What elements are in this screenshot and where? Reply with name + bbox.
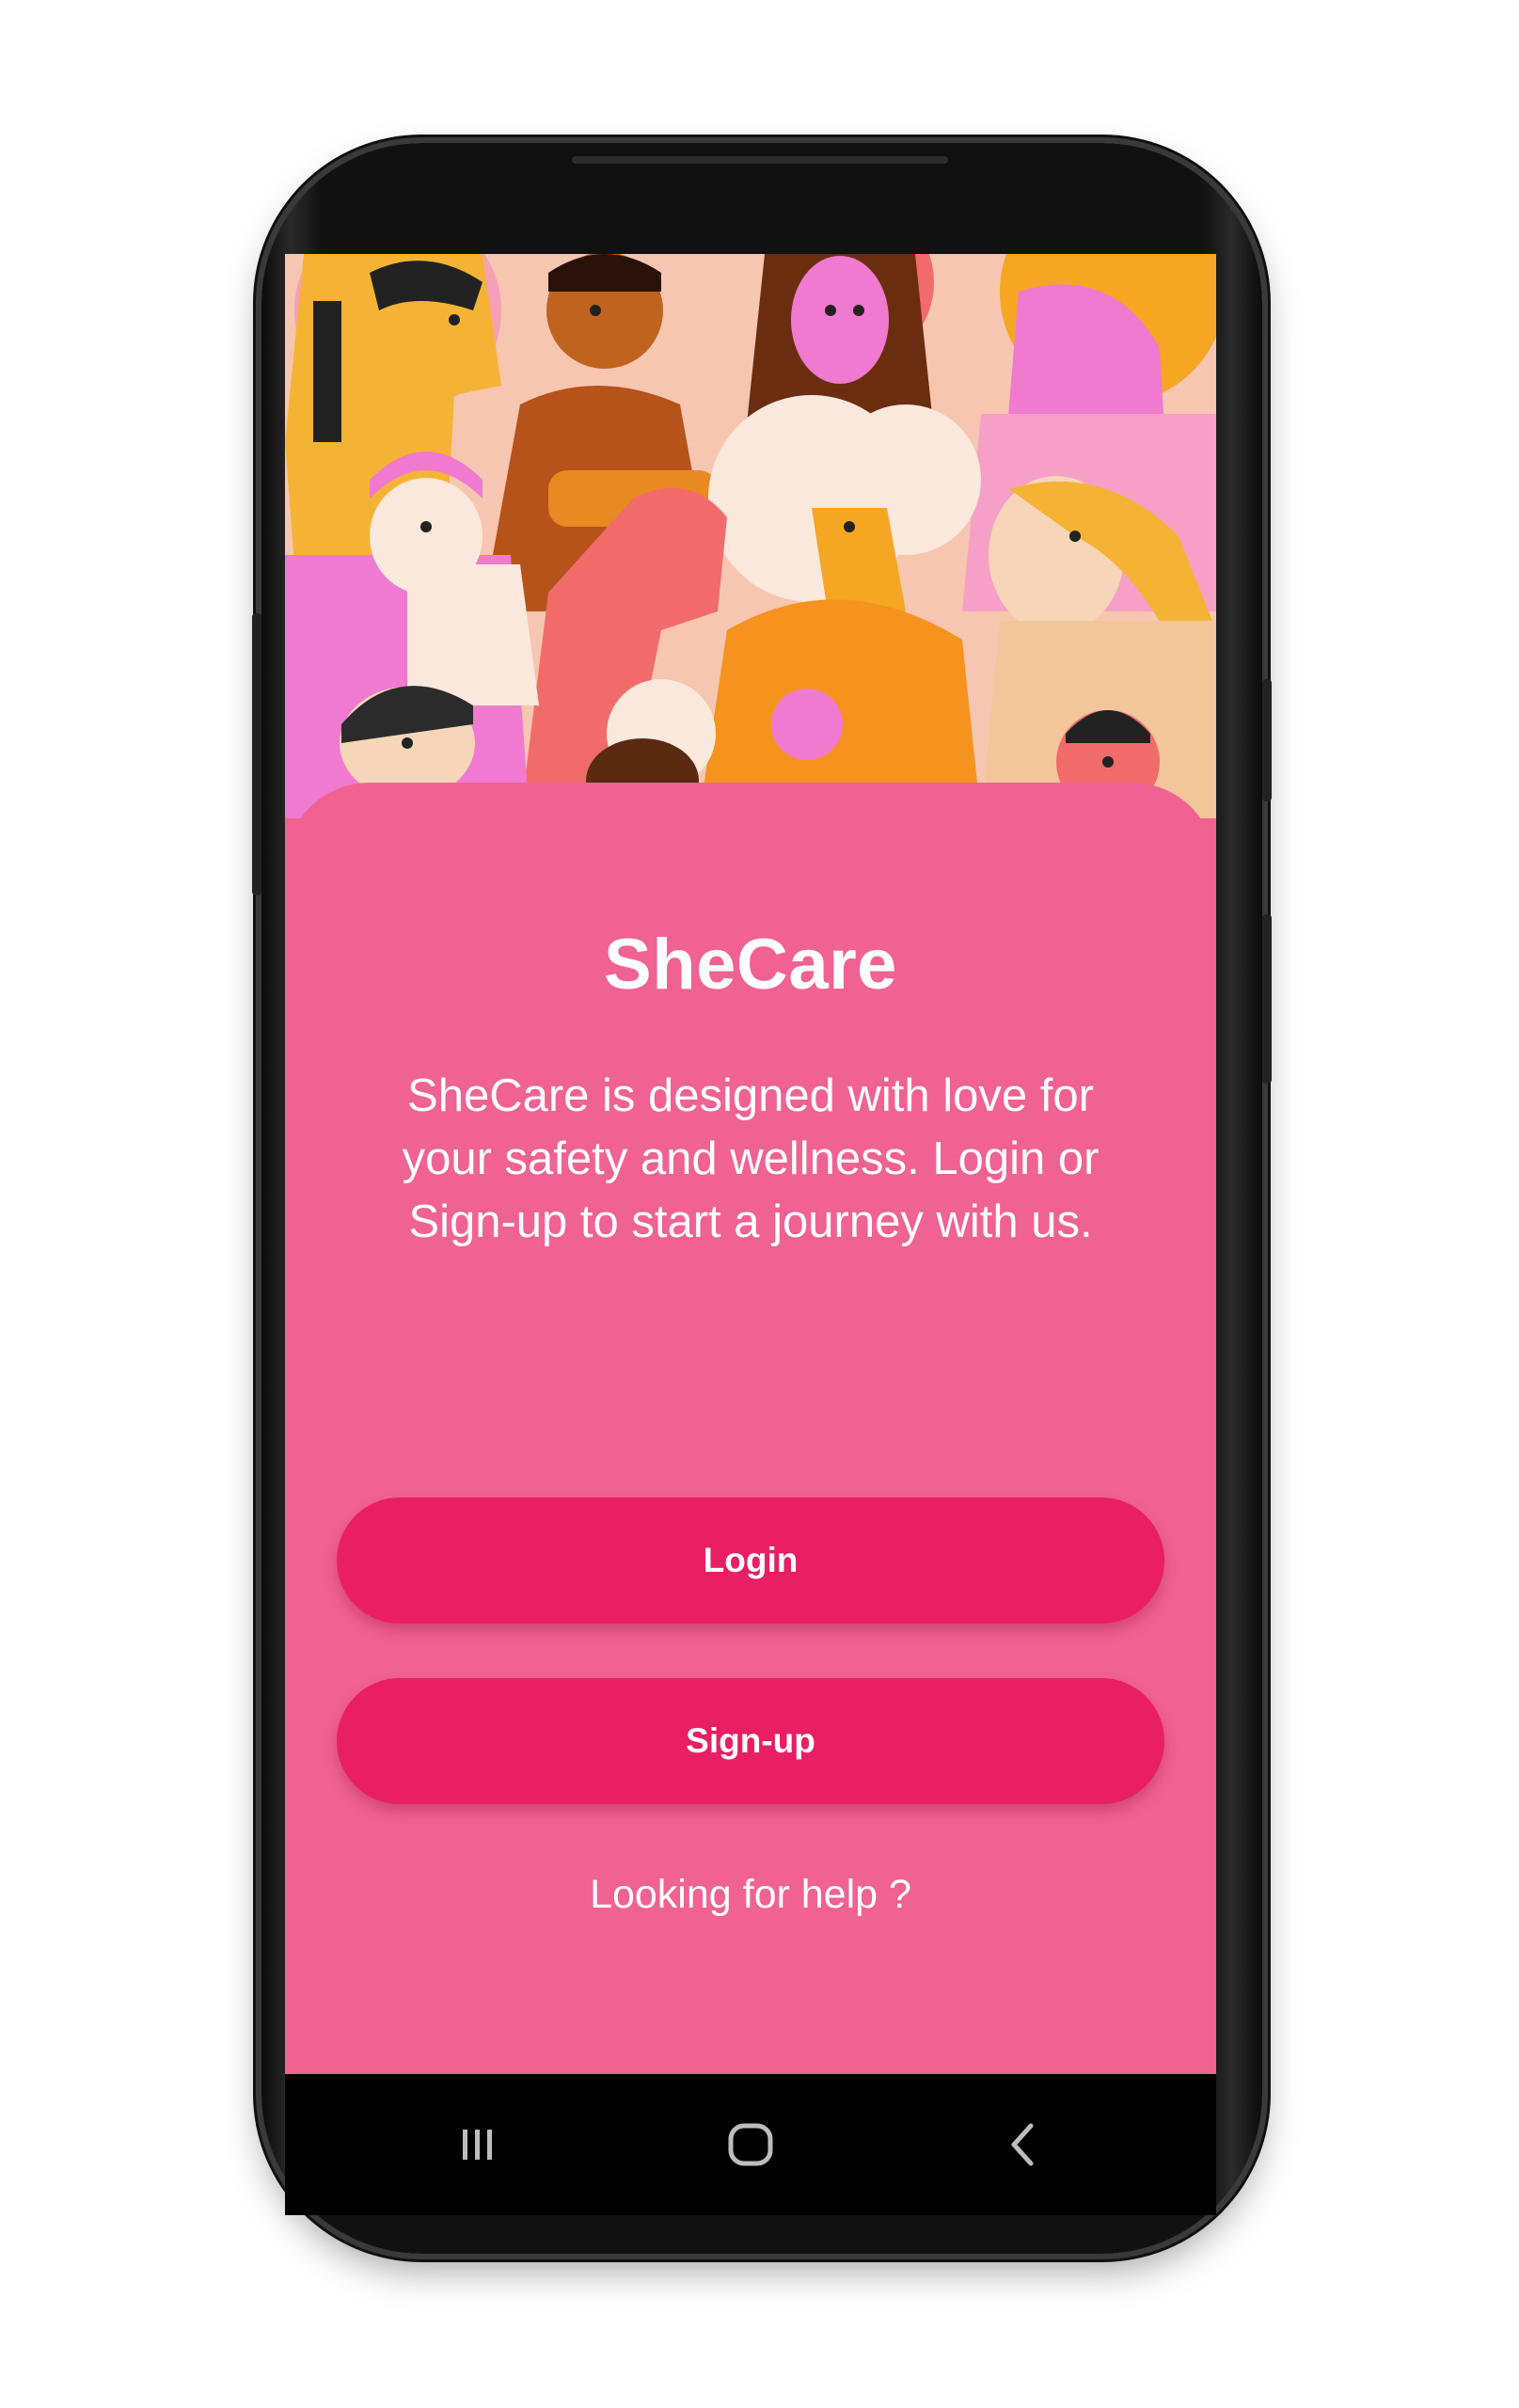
system-navigation-bar [285, 2074, 1216, 2215]
power-button [1262, 914, 1272, 1084]
app-title: SheCare [604, 925, 897, 1005]
app-description: SheCare is designed with love for your s… [402, 1070, 1100, 1247]
women-group-illustration [285, 254, 1216, 818]
login-button[interactable]: Login [337, 1497, 1164, 1624]
bixby-button [1262, 679, 1272, 801]
app-screen: SheCare SheCare is designed with love fo… [285, 254, 1216, 2074]
back-icon[interactable] [957, 2074, 1089, 2215]
recents-icon[interactable] [412, 2074, 544, 2215]
welcome-card: SheCare SheCare is designed with love fo… [285, 783, 1216, 2074]
signup-button[interactable]: Sign-up [337, 1678, 1164, 1804]
help-link[interactable]: Looking for help ? [285, 1872, 1216, 1918]
home-icon[interactable] [685, 2074, 816, 2215]
speaker-grille [572, 156, 948, 164]
phone-frame: SheCare SheCare is designed with love fo… [252, 143, 1272, 2254]
volume-button [252, 613, 261, 895]
